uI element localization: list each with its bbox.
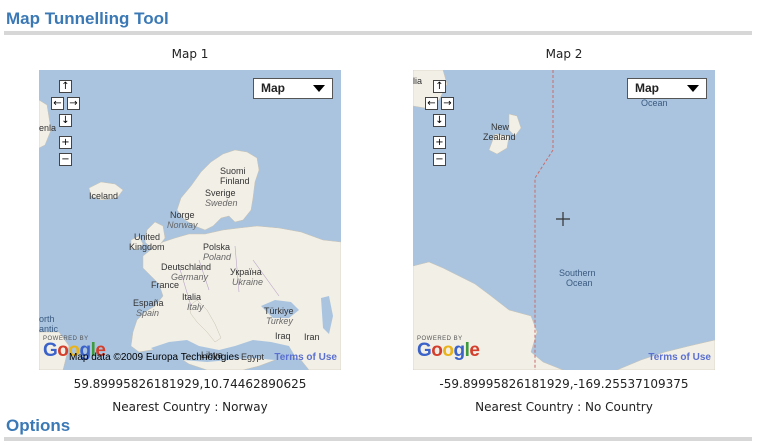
map1-pan-left-button[interactable]: ← — [51, 97, 64, 110]
map1-label-norge: Norge — [170, 210, 195, 220]
map1-label-norway: Norway — [167, 220, 198, 230]
map2-pan-left-button[interactable]: ← — [425, 97, 438, 110]
map1-label-ukraina: Україна — [230, 267, 262, 277]
map1-pan-down-button[interactable]: ↓ — [59, 114, 72, 127]
map1-label-uk-line2: Kingdom — [129, 242, 165, 252]
map1-label-suomi: Suomi — [220, 166, 246, 176]
map2-label-ocean: Ocean — [566, 278, 593, 288]
map2-nearest-country: Nearest Country : No Country — [475, 400, 653, 414]
map1-label-north: orth — [39, 314, 55, 324]
map1-coordinates: 59.89995826181929,10.74462890625 — [73, 377, 307, 391]
map1-zoom-out-button[interactable]: − — [59, 153, 72, 166]
map1-label-iceland: Iceland — [89, 191, 119, 201]
map2-google-logo: POWERED BY Google — [417, 336, 480, 361]
map2-zoom-in-button[interactable]: + — [433, 136, 446, 149]
map1-attribution: Map data ©2009 Europa Technologies — [69, 352, 240, 363]
map1-label-deutschland: Deutschland — [161, 262, 212, 272]
map1-pan-up-button[interactable]: ↑ — [59, 80, 72, 93]
map2-maptype-select[interactable]: Map — [627, 78, 707, 99]
map1-title: Map 1 — [171, 47, 209, 61]
map1-label-atlantic: antic — [39, 324, 59, 334]
map1-label-turkiye: Türkiye — [264, 306, 294, 316]
map1-label-polska: Polska — [203, 242, 231, 252]
map2-terms-link[interactable]: Terms of Use — [648, 352, 711, 363]
map2-google-wordmark: Google — [417, 340, 480, 361]
map1-label-ukraine: Ukraine — [232, 277, 264, 287]
map1-pan-right-button[interactable]: → — [67, 97, 80, 110]
map1-terms-link[interactable]: Terms of Use — [274, 352, 337, 363]
map1-label-sverige: Sverige — [205, 188, 236, 198]
map2-pan-up-button[interactable]: ↑ — [433, 80, 446, 93]
options-divider — [4, 437, 752, 441]
map2-canvas[interactable]: lia Ocean New Zealand Southern Ocean ↑ ←… — [413, 70, 715, 370]
map1-panel: Map 1 enla Iceland Suomi Finland Sverige… — [39, 44, 341, 415]
map2-panel: Map 2 lia Ocean New Zealand Southern Oce… — [413, 44, 715, 415]
crosshair-icon — [556, 212, 570, 226]
map1-label-france: France — [151, 280, 180, 290]
map1-label-italy: Italy — [187, 302, 204, 312]
map1-label-uk-line1: United — [134, 232, 161, 242]
map1-nearest-country: Nearest Country : Norway — [112, 400, 268, 414]
map1-canvas[interactable]: enla Iceland Suomi Finland Sverige Swede… — [39, 70, 341, 370]
map1-label-iran: Iran — [304, 332, 320, 342]
map1-label-poland: Poland — [203, 252, 232, 262]
map1-maptype-select[interactable]: Map — [253, 78, 333, 99]
map1-maptype-label: Map — [261, 81, 285, 95]
map2-zoom-out-button[interactable]: − — [433, 153, 446, 166]
chevron-down-icon — [687, 85, 699, 92]
map1-label-ocean-edge: enla — [39, 123, 57, 133]
page-title: Map Tunnelling Tool — [6, 9, 169, 28]
chevron-down-icon — [313, 85, 325, 92]
map1-label-sweden: Sweden — [205, 198, 238, 208]
options-title[interactable]: Options — [6, 416, 70, 436]
map2-pan-right-button[interactable]: → — [441, 97, 454, 110]
map2-coordinates: -59.89995826181929,-169.25537109375 — [439, 377, 689, 391]
map2-label-southern: Southern — [559, 268, 596, 278]
map1-label-spain: Spain — [136, 308, 160, 318]
map1-label-espana: España — [133, 298, 164, 308]
header-divider — [4, 31, 752, 35]
map1-zoom-in-button[interactable]: + — [59, 136, 72, 149]
map2-label-new: New — [491, 122, 510, 132]
map1-label-italia: Italia — [182, 292, 202, 302]
map2-land — [413, 70, 715, 370]
map2-label-lia: lia — [413, 76, 423, 86]
map2-label-zealand: Zealand — [483, 132, 516, 142]
map2-maptype-label: Map — [635, 81, 659, 95]
map2-title: Map 2 — [545, 47, 583, 61]
map1-label-iraq: Iraq — [275, 331, 291, 341]
map1-label-finland: Finland — [220, 176, 250, 186]
map1-label-turkey: Turkey — [266, 316, 293, 326]
map2-label-ocean-top: Ocean — [641, 98, 668, 108]
map2-pan-down-button[interactable]: ↓ — [433, 114, 446, 127]
map1-label-egypt: Egypt — [241, 352, 265, 362]
